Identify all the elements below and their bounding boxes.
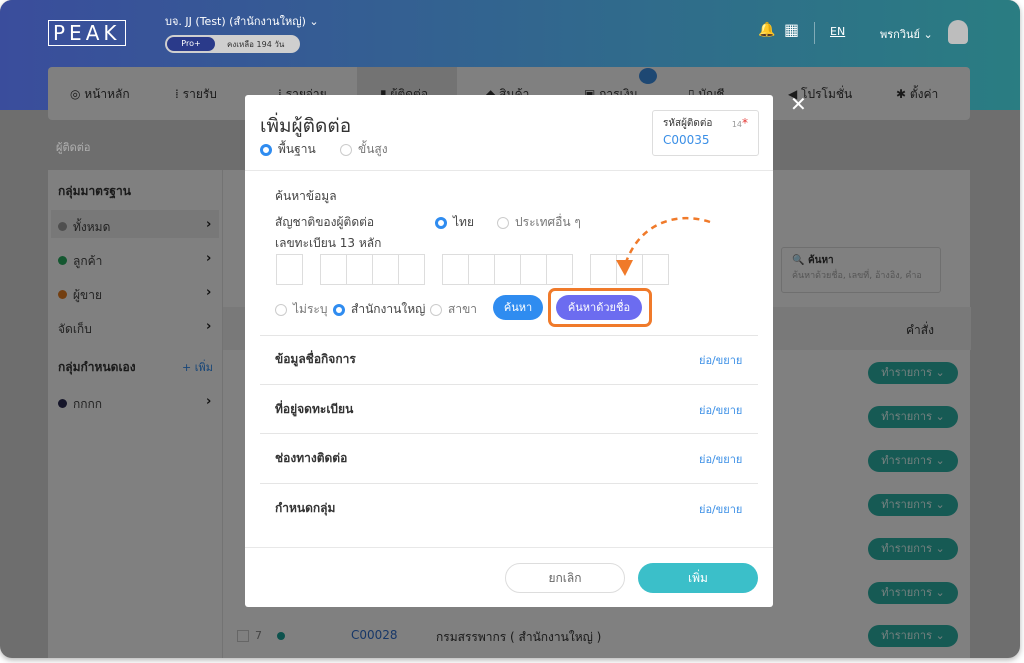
action-button[interactable]: ทำรายการ ⌄ [868,362,958,384]
home-icon: ◎ [70,87,85,101]
sidebar-item-customers[interactable]: ลูกค้า [58,252,102,271]
tax-digit-input[interactable] [520,254,547,285]
nationality-thai-radio[interactable]: ไทย [435,213,474,232]
tax-digit-input[interactable] [276,254,303,285]
search-by-name-button[interactable]: ค้นหาด้วยชื่อ [556,295,642,320]
section-group[interactable]: กำหนดกลุ่ม [275,499,335,518]
branch-hq-radio[interactable]: สำนักงานใหญ่ [333,300,425,319]
toggle-link[interactable]: ย่อ/ขยาย [699,450,742,468]
nav-home[interactable]: ◎ หน้าหลัก [70,85,130,104]
nav-income[interactable]: ⁞ รายรับ [175,85,217,104]
search-icon: 🔍 [792,255,808,266]
row-number: 7 [255,629,262,642]
bell-icon[interactable]: 🔔 [758,22,775,38]
chevron-down-icon: ⌄ [309,15,319,28]
dashed-arrow-icon [616,216,711,276]
sidebar-item-custom[interactable]: กกกก [58,395,102,414]
divider [245,170,773,171]
apps-grid-icon[interactable]: ▦ [784,20,799,39]
remaining-days: คงเหลือ 194 วัน [227,40,285,49]
tax-digit-input[interactable] [346,254,373,285]
user-name: พรกวินย์ [880,28,920,41]
divider [260,335,758,336]
action-button[interactable]: ทำรายการ ⌄ [868,494,958,516]
chevron-right-icon: › [206,285,212,300]
tax-digit-input[interactable] [320,254,347,285]
nationality-label: สัญชาติของผู้ติดต่อ [275,215,375,229]
company-name: บจ. JJ (Test) (สำนักงานใหญ่) [165,15,306,28]
mode-advanced-radio[interactable]: ขั้นสูง [340,140,388,159]
chevron-right-icon: › [206,251,212,266]
tax-digit-input[interactable] [442,254,469,285]
chevron-right-icon: › [206,217,212,232]
mode-basic-radio[interactable]: พื้นฐาน [260,140,316,159]
action-button[interactable]: ทำรายการ ⌄ [868,582,958,604]
action-button[interactable]: ทำรายการ ⌄ [868,450,958,472]
code-label: รหัสผู้ติดต่อ [663,118,713,129]
new-badge [639,68,657,84]
user-menu[interactable]: พรกวินย์ ⌄ [880,25,933,43]
required-asterisk: * [742,116,748,130]
search-section-title: ค้นหาข้อมูล [275,189,337,203]
search-placeholder: ค้นหาด้วยชื่อ, เลขที่, อ้างอิง, คำอ [792,271,922,281]
contact-code-link[interactable]: C00028 [351,628,398,642]
toggle-link[interactable]: ย่อ/ขยาย [699,500,742,518]
divider [814,22,815,44]
code-count: 14 [731,120,742,129]
tax-digit-input[interactable] [398,254,425,285]
sidebar-item-all[interactable]: ทั้งหมด [58,218,110,237]
action-button[interactable]: ทำรายการ ⌄ [868,406,958,428]
plan-pill: Pro+ คงเหลือ 194 วัน [165,35,300,53]
action-button[interactable]: ทำรายการ ⌄ [868,538,958,560]
contact-name: กรมสรรพากร ( สำนักงานใหญ่ ) [436,630,602,644]
nav-settings[interactable]: ✱ ตั้งค่า [896,85,938,104]
add-group-link[interactable]: + เพิ่ม [182,358,213,376]
avatar[interactable] [948,20,968,44]
plan-badge: Pro+ [167,37,215,51]
section-registered-address[interactable]: ที่อยู่จดทะเบียน [275,400,353,419]
sidebar-item-vendors[interactable]: ผู้ขาย [58,286,102,305]
add-contact-modal: เพิ่มผู้ติดต่อ พื้นฐาน ขั้นสูง รหัสผู้ติ… [245,95,773,607]
tax-digit-input[interactable] [494,254,521,285]
tax-digit-input[interactable] [468,254,495,285]
cancel-button[interactable]: ยกเลิก [505,563,625,593]
divider [260,384,758,385]
search-box[interactable]: 🔍 ค้นหา ค้นหาด้วยชื่อ, เลขที่, อ้างอิง, … [781,247,941,293]
divider [245,547,773,548]
command-header: คำสั่ง [906,323,934,337]
sidebar: กลุ่มมาตรฐาน ทั้งหมด ลูกค้า ผู้ขาย จัดเก… [48,170,222,658]
search-button[interactable]: ค้นหา [493,295,543,320]
toggle-link[interactable]: ย่อ/ขยาย [699,351,742,369]
divider [260,483,758,484]
breadcrumb: ผู้ติดต่อ [56,141,91,154]
chevron-right-icon: › [206,394,212,409]
divider [260,433,758,434]
code-value: C00035 [663,133,710,147]
contact-code-field[interactable]: รหัสผู้ติดต่อ 14* C00035 [652,110,759,156]
toggle-link[interactable]: ย่อ/ขยาย [699,401,742,419]
close-icon[interactable]: ✕ [790,92,807,116]
standard-group-title: กลุ่มมาตรฐาน [58,184,131,198]
tax-id-label: เลขทะเบียน 13 หลัก [275,236,382,250]
income-icon: ⁞ [175,87,183,101]
section-business-info[interactable]: ข้อมูลชื่อกิจการ [275,350,356,369]
modal-title: เพิ่มผู้ติดต่อ [260,115,352,137]
company-selector[interactable]: บจ. JJ (Test) (สำนักงานใหญ่) ⌄ [165,12,319,30]
section-contact-channels[interactable]: ช่องทางติดต่อ [275,449,347,468]
row-checkbox[interactable] [237,630,249,642]
sidebar-item-archive[interactable]: จัดเก็บ [58,320,92,339]
status-dot [277,632,285,640]
custom-group-title: กลุ่มกำหนดเอง [58,360,136,374]
branch-sub-radio[interactable]: สาขา [430,300,477,319]
logo: PEAK [48,20,126,46]
branch-none-radio[interactable]: ไม่ระบุ [275,300,327,319]
nationality-other-radio[interactable]: ประเทศอื่น ๆ [497,213,581,232]
language-link[interactable]: EN [830,25,845,38]
add-button[interactable]: เพิ่ม [638,563,758,593]
tax-digit-input[interactable] [546,254,573,285]
gear-icon: ✱ [896,87,910,101]
chevron-right-icon: › [206,319,212,334]
action-button[interactable]: ทำรายการ ⌄ [868,625,958,647]
tax-digit-input[interactable] [372,254,399,285]
